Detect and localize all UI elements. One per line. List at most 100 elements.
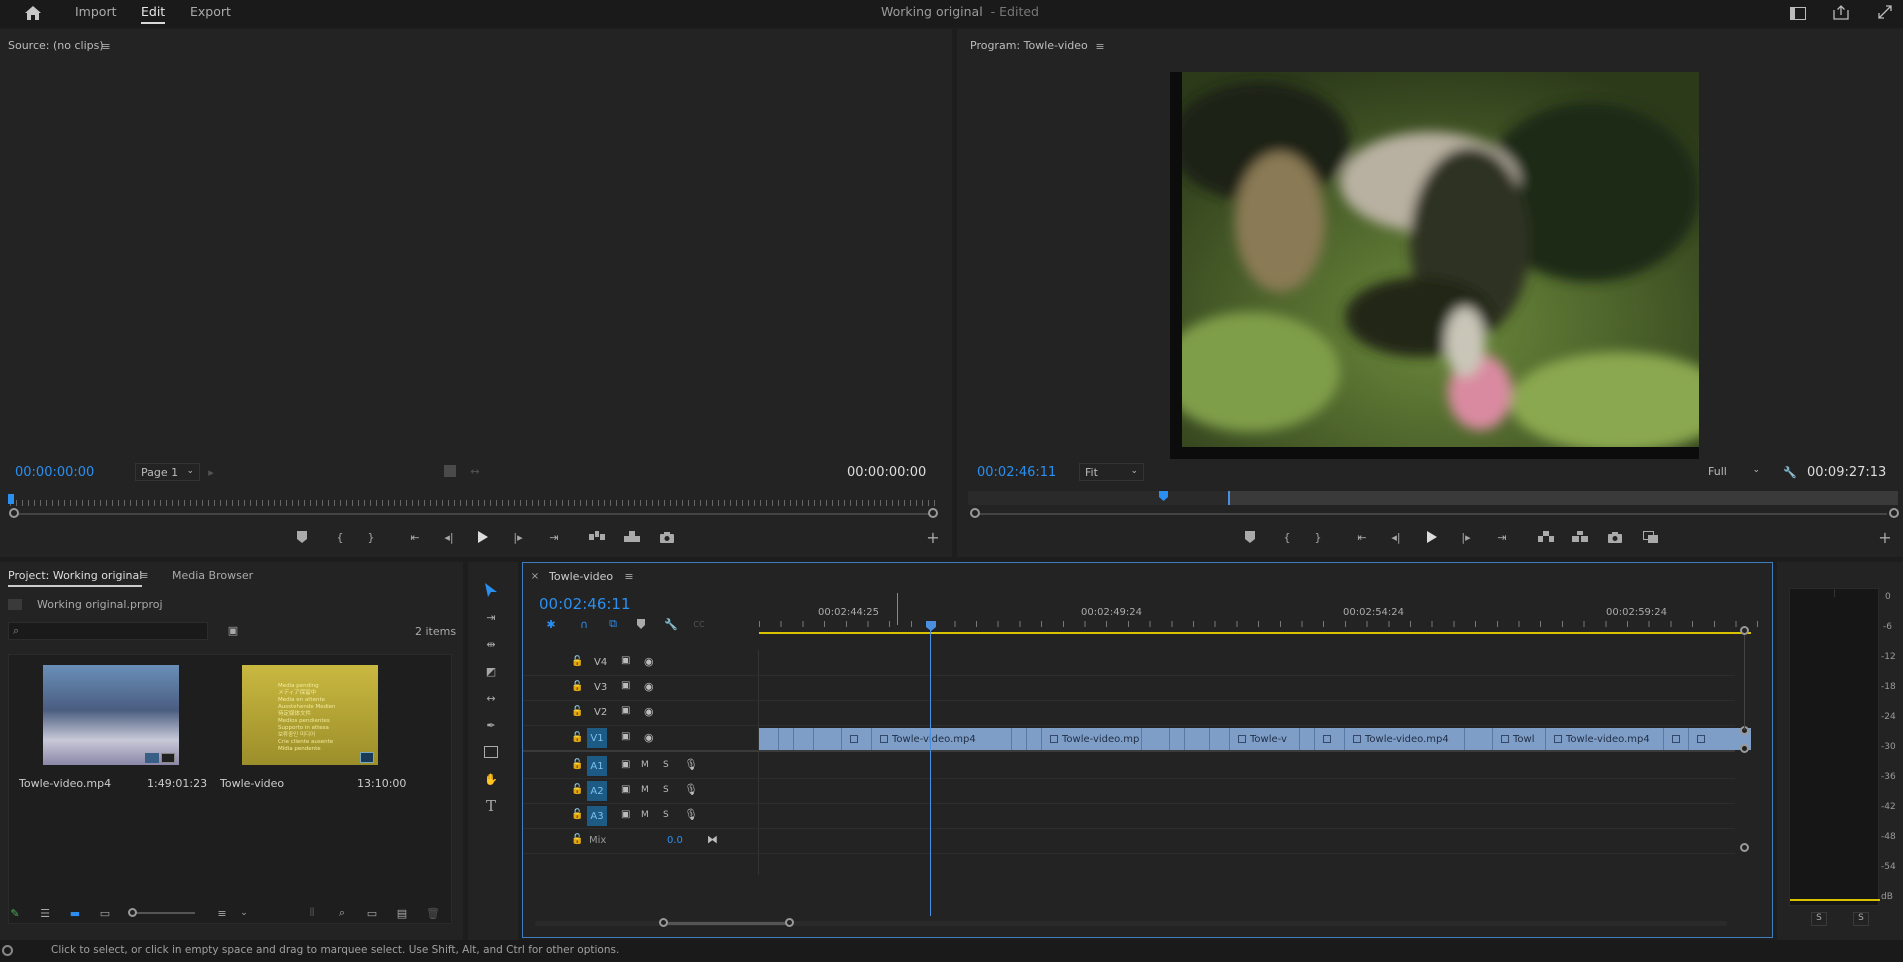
clip[interactable]: Towle-video.mp4 <box>1546 728 1664 750</box>
source-playhead[interactable] <box>8 494 14 504</box>
horizontal-zoom-handle-right[interactable] <box>785 918 794 927</box>
mute-button[interactable]: M <box>641 810 649 820</box>
go-to-edit-icon[interactable]: ⧓ <box>707 833 718 846</box>
workspace-icon[interactable] <box>1788 4 1808 22</box>
timeline-time-ruler[interactable] <box>759 621 1761 627</box>
export-frame-icon[interactable] <box>659 529 675 545</box>
step-forward-icon[interactable]: |▸ <box>510 529 526 545</box>
horizontal-zoom-handle-left[interactable] <box>659 918 668 927</box>
new-item-icon[interactable]: ▤ <box>394 906 410 920</box>
eye-icon[interactable]: ◉ <box>644 680 654 693</box>
export-frame-icon[interactable] <box>1607 529 1623 545</box>
track-label-a3[interactable]: A3 <box>587 806 607 826</box>
pencil-icon[interactable]: ✎ <box>8 906 22 920</box>
safe-margins-icon[interactable] <box>444 465 456 477</box>
home-icon[interactable] <box>22 3 44 23</box>
vertical-zoom-handle[interactable] <box>1740 744 1749 753</box>
solo-button[interactable]: S <box>663 760 669 770</box>
clip[interactable]: Towle-video.mp4 <box>1345 728 1465 750</box>
clip[interactable] <box>759 728 779 750</box>
solo-right-button[interactable]: S <box>1853 912 1869 926</box>
film-icon[interactable]: ▣ <box>621 655 630 666</box>
clip[interactable] <box>1142 728 1170 750</box>
step-back-icon[interactable]: ◂| <box>441 529 457 545</box>
slip-tool-icon[interactable]: ↔ <box>480 688 502 708</box>
clip[interactable] <box>1664 728 1689 750</box>
microphone-icon[interactable]: 🎙 <box>684 808 698 821</box>
panel-menu-icon[interactable]: ≡ <box>622 570 636 583</box>
eye-icon[interactable]: ◉ <box>644 705 654 718</box>
lock-icon[interactable]: 🔓 <box>571 834 583 845</box>
mark-out-icon[interactable]: } <box>1311 529 1325 545</box>
clip[interactable] <box>814 728 842 750</box>
button-editor-plus-icon[interactable]: + <box>1878 528 1892 547</box>
program-zoom-handle-right[interactable] <box>1889 508 1899 518</box>
microphone-icon[interactable]: 🎙 <box>684 783 698 796</box>
icon-view-icon[interactable]: ▬ <box>67 906 83 920</box>
zoom-select[interactable]: Fit ⌄ <box>1079 463 1144 481</box>
new-bin-icon[interactable]: ▣ <box>225 623 241 637</box>
lock-icon[interactable]: 🔓 <box>571 656 583 667</box>
razor-tool-icon[interactable]: ◩ <box>480 661 502 681</box>
clip[interactable] <box>1315 728 1345 750</box>
comparison-view-icon[interactable] <box>1642 529 1660 545</box>
project-item-video[interactable] <box>43 665 179 765</box>
go-to-in-icon[interactable]: ⇤ <box>406 529 424 545</box>
clip[interactable] <box>1170 728 1185 750</box>
rectangle-tool-icon[interactable] <box>480 742 502 762</box>
film-icon[interactable]: ▣ <box>621 705 630 716</box>
clip[interactable]: Towle-v <box>1230 728 1300 750</box>
clip[interactable] <box>1300 728 1315 750</box>
close-icon[interactable]: × <box>529 570 541 582</box>
clip[interactable] <box>1689 728 1709 750</box>
tab-project[interactable]: Project: Working original <box>8 569 143 587</box>
track-select-tool-icon[interactable]: ⇥ <box>480 607 502 627</box>
list-view-icon[interactable]: ☰ <box>37 906 53 920</box>
film-icon[interactable]: ▣ <box>621 809 630 820</box>
settings-wrench-icon[interactable]: 🔧 <box>663 617 679 631</box>
lock-icon[interactable]: 🔓 <box>571 732 583 743</box>
track-label-v2[interactable]: V2 <box>594 707 607 718</box>
extract-icon[interactable] <box>1571 529 1589 545</box>
insert-icon[interactable] <box>588 529 606 545</box>
film-icon[interactable]: ▣ <box>621 784 630 795</box>
nav-edit[interactable]: Edit <box>141 4 166 24</box>
tab-media-browser[interactable]: Media Browser <box>172 569 253 582</box>
clip[interactable]: Towle-video.mp <box>1042 728 1142 750</box>
pen-tool-icon[interactable]: ✒ <box>480 715 502 735</box>
clip[interactable] <box>842 728 872 750</box>
mute-button[interactable]: M <box>641 760 649 770</box>
track-label-a1[interactable]: A1 <box>587 756 607 776</box>
nest-toggle-icon[interactable]: ✱ <box>543 617 559 631</box>
track-label-v1[interactable]: V1 <box>587 728 607 748</box>
mix-value[interactable]: 0.0 <box>667 835 683 846</box>
new-bin-icon[interactable]: ▭ <box>364 906 380 920</box>
microphone-icon[interactable]: 🎙 <box>684 758 698 771</box>
automate-to-sequence-icon[interactable]: ⫴ <box>304 906 320 920</box>
captions-icon[interactable]: CC <box>690 617 708 631</box>
lock-icon[interactable]: 🔓 <box>571 706 583 717</box>
track-label-a2[interactable]: A2 <box>587 781 607 801</box>
ripple-edit-tool-icon[interactable]: ⇹ <box>480 634 502 654</box>
share-icon[interactable] <box>1831 3 1851 21</box>
mute-button[interactable]: M <box>641 785 649 795</box>
add-marker-icon[interactable] <box>1243 529 1257 545</box>
settings-wrench-icon[interactable]: 🔧 <box>1782 464 1798 480</box>
film-icon[interactable]: ▣ <box>621 759 630 770</box>
search-input[interactable]: ⌕ <box>8 622 208 640</box>
find-icon[interactable]: ⌕ <box>334 906 350 920</box>
panel-menu-icon[interactable]: ≡ <box>137 569 151 582</box>
page-select[interactable]: Page 1 ⌄ <box>135 463 200 481</box>
solo-button[interactable]: S <box>663 810 669 820</box>
program-zoom-handle-left[interactable] <box>970 508 980 518</box>
type-tool-icon[interactable]: T <box>480 796 502 816</box>
clip[interactable] <box>779 728 794 750</box>
vertical-zoom-handle[interactable] <box>1740 843 1749 852</box>
timeline-timecode[interactable]: 00:02:46:11 <box>539 595 631 613</box>
chevron-down-icon[interactable]: ⌄ <box>238 906 250 920</box>
panel-menu-icon[interactable]: ≡ <box>1093 40 1107 53</box>
source-zoom-handle-right[interactable] <box>928 508 938 518</box>
compare-icon[interactable]: ↔ <box>468 464 482 478</box>
solo-left-button[interactable]: S <box>1811 912 1827 926</box>
clip[interactable] <box>1465 728 1493 750</box>
